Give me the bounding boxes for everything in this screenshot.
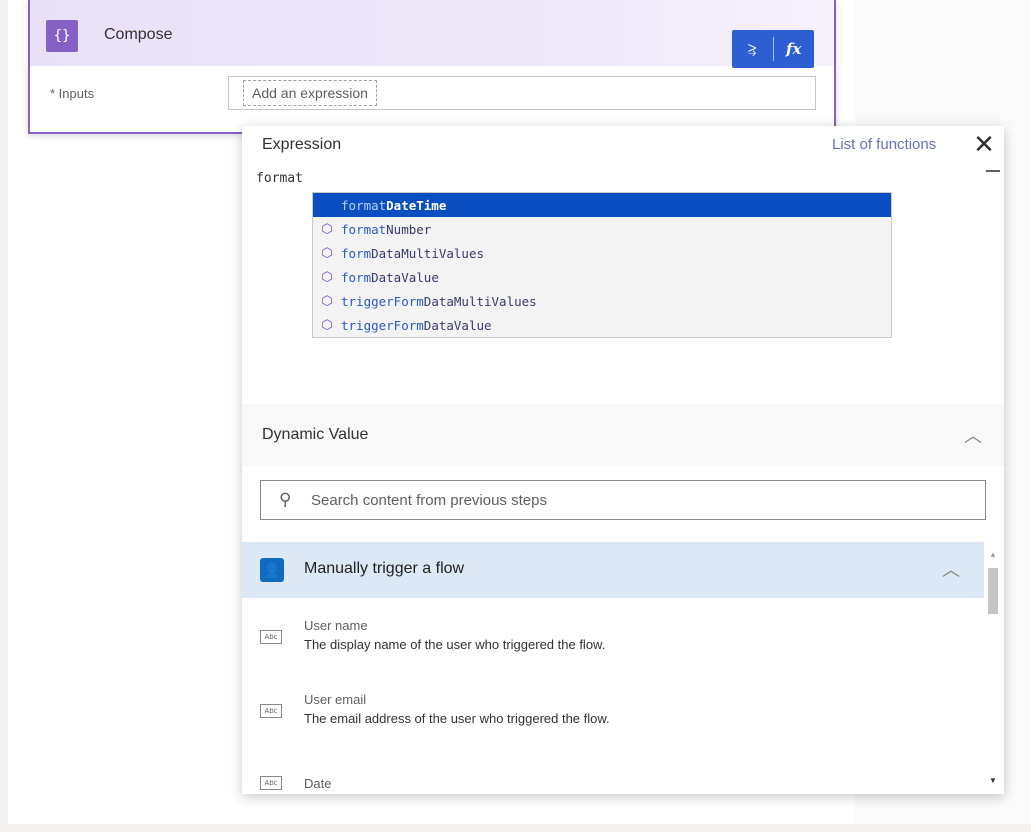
dynamic-item-name: User email — [304, 692, 367, 707]
suggestion-match: form — [341, 245, 372, 261]
expression-tab-title[interactable]: Expression — [262, 136, 341, 154]
dynamic-item-name: Date — [304, 776, 332, 791]
suggestion-rest: DataMultiValues — [371, 245, 484, 261]
editor-scroll-marker — [986, 170, 1000, 172]
scroll-thumb[interactable] — [988, 568, 998, 614]
suggestion-match: format — [341, 221, 387, 237]
expression-editor[interactable]: format — [256, 171, 303, 186]
function-cube-icon: ⬡ — [321, 245, 333, 261]
list-of-functions-link[interactable]: List of functions — [832, 136, 936, 153]
function-cube-icon: ⬡ — [321, 293, 333, 309]
dynamic-item-description: The display name of the user who trigger… — [304, 637, 606, 652]
inputs-label: * Inputs — [50, 86, 95, 101]
dynamic-list-scrollbar[interactable]: ▲ ▼ — [986, 550, 1000, 792]
search-icon: ⚲ — [279, 490, 292, 509]
suggestion-rest: DateTime — [386, 197, 447, 213]
suggestion-match: format — [341, 197, 387, 213]
inputs-field[interactable]: Add an expression — [228, 76, 816, 110]
suggestion-match: form — [341, 269, 372, 285]
dynamic-content-search-input[interactable]: ⚲ Search content from previous steps — [260, 480, 986, 520]
chevron-up-icon[interactable]: ︿ — [964, 422, 982, 448]
suggestion-item[interactable]: ⬡ triggerForm DataMultiValues — [313, 289, 891, 313]
dynamic-content-toggle-icon[interactable]: ⥸ — [732, 30, 773, 68]
function-cube-icon: ⬡ — [321, 197, 333, 213]
expression-toggle: ⥸ fx — [732, 30, 814, 68]
suggestion-item[interactable]: ⬡ format Number — [313, 217, 891, 241]
dynamic-item-description: The email address of the user who trigge… — [304, 711, 610, 726]
suggestion-item[interactable]: ⬡ format DateTime — [313, 193, 891, 217]
autocomplete-list: ⬡ format DateTime ⬡ format Number ⬡ form Da… — [312, 192, 892, 338]
compose-header[interactable]: {} Compose ⥸ fx — [30, 0, 834, 68]
trigger-section-title: Manually trigger a flow — [304, 560, 465, 577]
close-icon[interactable]: ✕ — [970, 130, 998, 158]
dynamic-item-user-email[interactable]: Abc User email The email address of the … — [242, 692, 984, 762]
dynamic-item-user-name[interactable]: Abc User name The display name of the us… — [242, 618, 984, 688]
function-cube-icon: ⬡ — [321, 317, 333, 333]
compose-title: Compose — [104, 26, 173, 43]
function-cube-icon: ⬡ — [321, 221, 333, 237]
trigger-section-header[interactable]: 👤 Manually trigger a flow ︿ — [242, 542, 984, 598]
manual-trigger-person-icon: 👤 — [260, 558, 284, 582]
function-cube-icon: ⬡ — [321, 269, 333, 285]
suggestion-item[interactable]: ⬡ form DataValue — [313, 265, 891, 289]
dynamic-item-name: User name — [304, 618, 368, 633]
compose-action-card[interactable]: {} Compose ⥸ fx * Inputs Add an expressi… — [28, 0, 836, 134]
suggestion-item[interactable]: ⬡ triggerForm DataValue — [313, 313, 891, 337]
suggestion-rest: Number — [386, 221, 432, 237]
expression-panel: Expression List of functions ✕ format ⬡ … — [242, 126, 1004, 794]
suggestion-match: triggerForm — [341, 317, 424, 333]
scroll-down-arrow-icon[interactable]: ▼ — [989, 776, 997, 785]
chevron-up-icon[interactable]: ︿ — [942, 556, 960, 582]
dynamic-item-date[interactable]: Abc Date — [242, 770, 984, 794]
fx-expression-icon[interactable]: fx — [773, 30, 814, 68]
suggestion-rest: DataValue — [371, 269, 439, 285]
dynamic-value-title: Dynamic Value — [262, 426, 369, 443]
compose-braces-icon: {} — [46, 20, 78, 52]
suggestion-rest: DataMultiValues — [423, 293, 537, 309]
add-expression-token[interactable]: Add an expression — [243, 80, 377, 106]
text-type-icon: Abc — [260, 776, 282, 790]
text-type-icon: Abc — [260, 630, 282, 644]
suggestion-item[interactable]: ⬡ form DataMultiValues — [313, 241, 891, 265]
search-placeholder: Search content from previous steps — [311, 492, 547, 509]
suggestion-rest: DataValue — [423, 317, 492, 333]
scroll-up-arrow-icon[interactable]: ▲ — [989, 550, 997, 559]
text-type-icon: Abc — [260, 704, 282, 718]
dynamic-value-header[interactable]: Dynamic Value ︿ — [242, 404, 1004, 466]
suggestion-match: triggerForm — [341, 293, 424, 309]
